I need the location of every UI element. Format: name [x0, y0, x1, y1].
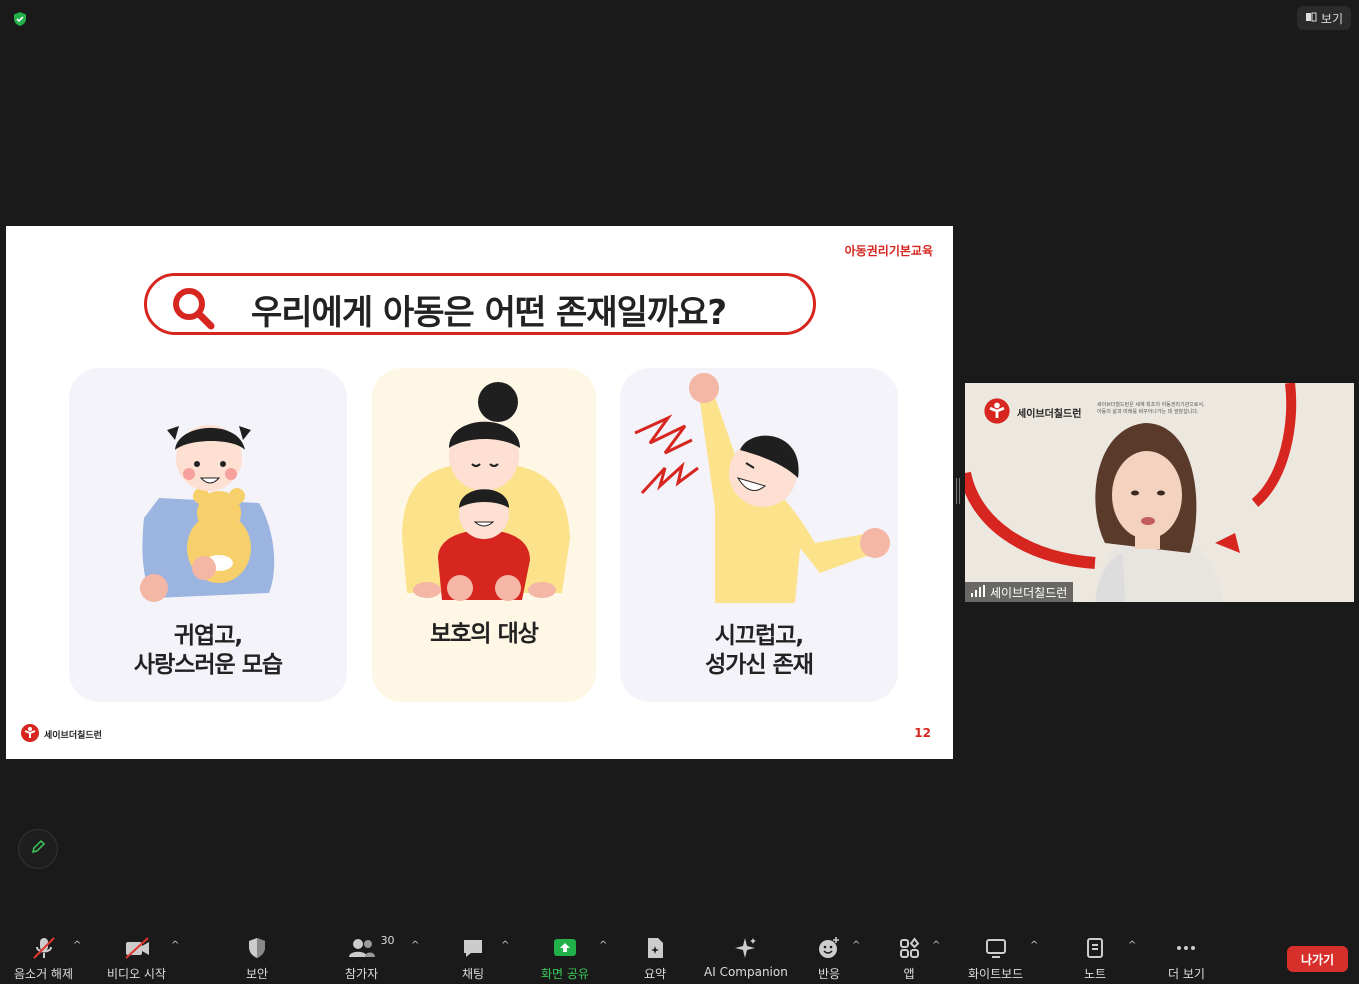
summary-button[interactable]: 요약: [644, 936, 666, 982]
more-button[interactable]: 더 보기: [1168, 936, 1205, 982]
save-the-children-logo-icon: [20, 723, 40, 746]
slide-page-number: 12: [914, 726, 931, 740]
notes-icon: [1084, 936, 1106, 960]
more-label: 더 보기: [1168, 967, 1205, 981]
chat-options-caret[interactable]: ^: [501, 940, 509, 951]
video-banner: 세이브더칠드런: [983, 397, 1081, 428]
smiley-icon: [817, 936, 841, 960]
view-label: 보기: [1320, 11, 1343, 26]
participant-name-tag: 세이브더칠드런: [965, 582, 1074, 602]
shield-icon: [246, 936, 268, 960]
reactions-label: 반응: [817, 967, 841, 981]
card-protection: 보호의 대상: [372, 368, 596, 702]
participants-icon: 30: [347, 934, 395, 960]
start-video-button[interactable]: 비디오 시작: [107, 936, 166, 982]
reactions-button[interactable]: 반응: [817, 936, 841, 982]
ai-sparkle-icon: [733, 936, 759, 960]
slide-tag: 아동권리기본교육: [844, 244, 933, 258]
chat-icon: [461, 936, 485, 960]
card-caption: 시끄럽고, 성가신 존재: [705, 623, 814, 678]
card-caption: 귀엽고, 사랑스러운 모습: [133, 623, 283, 678]
leave-button[interactable]: 나가기: [1287, 946, 1348, 972]
card-cute-child: 귀엽고, 사랑스러운 모습: [69, 368, 347, 702]
video-banner-subtext: 세이브더칠드런은 세계 최초의 아동권리기관으로서, 아동의 삶과 미래를 바꾸…: [1097, 402, 1205, 415]
apps-label: 앱: [903, 967, 915, 981]
participants-options-caret[interactable]: ^: [411, 940, 419, 951]
pencil-icon: [30, 839, 46, 859]
summary-label: 요약: [644, 967, 667, 981]
summary-icon: [644, 936, 666, 960]
security-shield-icon[interactable]: [8, 8, 32, 30]
save-the-children-logo-icon: [983, 397, 1011, 428]
share-screen-icon: [552, 936, 578, 960]
start-video-label: 비디오 시작: [107, 967, 167, 981]
ai-companion-button[interactable]: AI Companion: [704, 936, 788, 979]
audio-options-caret[interactable]: ^: [73, 940, 81, 951]
share-screen-label: 화면 공유: [541, 967, 589, 981]
whiteboard-label: 화이트보드: [968, 967, 1024, 981]
slide-title-box: 우리에게 아동은 어떤 존재일까요?: [144, 273, 816, 335]
slide-logo: 세이브더칠드런: [20, 723, 102, 746]
parent-child-illustration: [402, 382, 570, 601]
slide-logo-text: 세이브더칠드런: [44, 731, 102, 741]
annotate-pencil-button[interactable]: [18, 829, 58, 869]
signal-strength-icon: [971, 584, 985, 600]
unmute-button[interactable]: 음소거 해제: [14, 936, 73, 982]
view-layout-icon: [1305, 11, 1317, 26]
slide-title: 우리에게 아동은 어떤 존재일까요?: [251, 293, 727, 333]
cute-girl-illustration: [140, 425, 275, 602]
video-options-caret[interactable]: ^: [171, 940, 179, 951]
apps-options-caret[interactable]: ^: [932, 940, 940, 951]
card-noisy-child: 시끄럽고, 성가신 존재: [620, 368, 898, 702]
notes-button[interactable]: 노트: [1084, 936, 1106, 982]
apps-button[interactable]: 앱: [898, 936, 920, 982]
share-options-caret[interactable]: ^: [599, 940, 607, 951]
security-label: 보안: [246, 967, 269, 981]
chat-label: 채팅: [461, 967, 485, 981]
participants-label: 참가자: [345, 967, 379, 981]
video-off-icon: [123, 936, 151, 960]
participants-button[interactable]: 30 참가자: [345, 934, 395, 982]
participants-count: 30: [380, 934, 395, 947]
unmute-label: 음소거 해제: [14, 967, 74, 981]
reactions-options-caret[interactable]: ^: [852, 940, 860, 951]
chat-button[interactable]: 채팅: [461, 936, 485, 982]
whiteboard-icon: [984, 936, 1008, 960]
apps-icon: [898, 936, 920, 960]
card-caption: 보호의 대상: [430, 621, 539, 647]
magnifier-icon: [171, 286, 217, 334]
mic-muted-icon: [31, 936, 57, 960]
view-button[interactable]: 보기: [1296, 6, 1351, 30]
share-screen-button[interactable]: 화면 공유: [541, 936, 589, 982]
notes-options-caret[interactable]: ^: [1128, 940, 1136, 951]
notes-label: 노트: [1084, 967, 1107, 981]
participant-name: 세이브더칠드런: [990, 585, 1068, 600]
shared-slide: 아동권리기본교육 우리에게 아동은 어떤 존재일까요? 귀엽고, 사랑스러운 모…: [6, 226, 953, 759]
video-banner-logo-text: 세이브더칠드런: [1017, 409, 1082, 420]
meeting-toolbar: 음소거 해제 ^ 비디오 시작 ^ 보안 30 참가자 ^ 채팅 ^ 화면 공유…: [0, 928, 1359, 984]
meeting-window: 보기 아동권리기본교육 우리에게 아동은 어떤 존재일까요? 귀엽고, 사랑스러…: [0, 0, 1359, 984]
shouting-child-illustration: [634, 373, 890, 603]
participant-video-tile[interactable]: 세이브더칠드런 세이브더칠드런은 세계 최초의 아동권리기관으로서, 아동의 삶…: [965, 383, 1354, 602]
whiteboard-button[interactable]: 화이트보드: [968, 936, 1023, 982]
more-dots-icon: [1174, 936, 1198, 960]
ai-companion-label: AI Companion: [704, 965, 788, 979]
whiteboard-options-caret[interactable]: ^: [1030, 940, 1038, 951]
splitter-handle[interactable]: [956, 478, 960, 504]
security-button[interactable]: 보안: [246, 936, 268, 982]
